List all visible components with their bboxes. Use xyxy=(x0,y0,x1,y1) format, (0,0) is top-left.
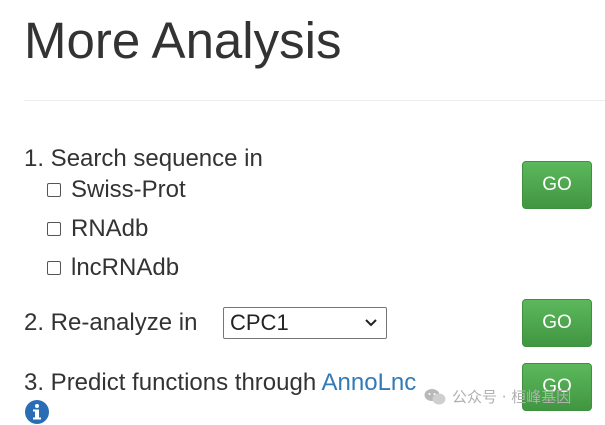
wechat-icon xyxy=(424,388,446,404)
rnadb-label: RNAdb xyxy=(71,215,149,242)
swiss-prot-label: Swiss-Prot xyxy=(71,176,186,203)
lncrnadb-checkbox[interactable] xyxy=(47,261,61,275)
reanalyze-label: 2. Re-analyze in xyxy=(24,309,198,336)
swiss-prot-checkbox[interactable] xyxy=(47,183,61,197)
option-lncrnadb[interactable]: lncRNAdb xyxy=(47,253,179,283)
header-divider xyxy=(24,100,605,101)
page-title: More Analysis xyxy=(24,12,342,69)
lncrnadb-label: lncRNAdb xyxy=(71,254,180,281)
watermark-text: 公众号 · 桓峰基因 xyxy=(452,388,572,406)
option-rnadb[interactable]: RNAdb xyxy=(47,214,148,244)
watermark: 公众号 · 桓峰基因 xyxy=(424,386,571,407)
info-circle-icon[interactable] xyxy=(24,399,50,425)
annolnc-link[interactable]: AnnoLnc xyxy=(322,369,417,396)
predict-functions-row: 3. Predict functions through AnnoLnc xyxy=(24,368,416,398)
reanalyze-select[interactable]: CPC1 xyxy=(223,307,387,339)
option-swiss-prot[interactable]: Swiss-Prot xyxy=(47,175,186,205)
predict-functions-label: 3. Predict functions through xyxy=(24,369,322,396)
reanalyze-select-value: CPC1 xyxy=(230,310,289,335)
search-sequence-label: 1. Search sequence in xyxy=(24,145,263,172)
chevron-down-icon xyxy=(365,319,377,327)
reanalyze-go-button[interactable]: GO xyxy=(522,299,592,347)
search-go-button[interactable]: GO xyxy=(522,161,592,209)
rnadb-checkbox[interactable] xyxy=(47,222,61,236)
